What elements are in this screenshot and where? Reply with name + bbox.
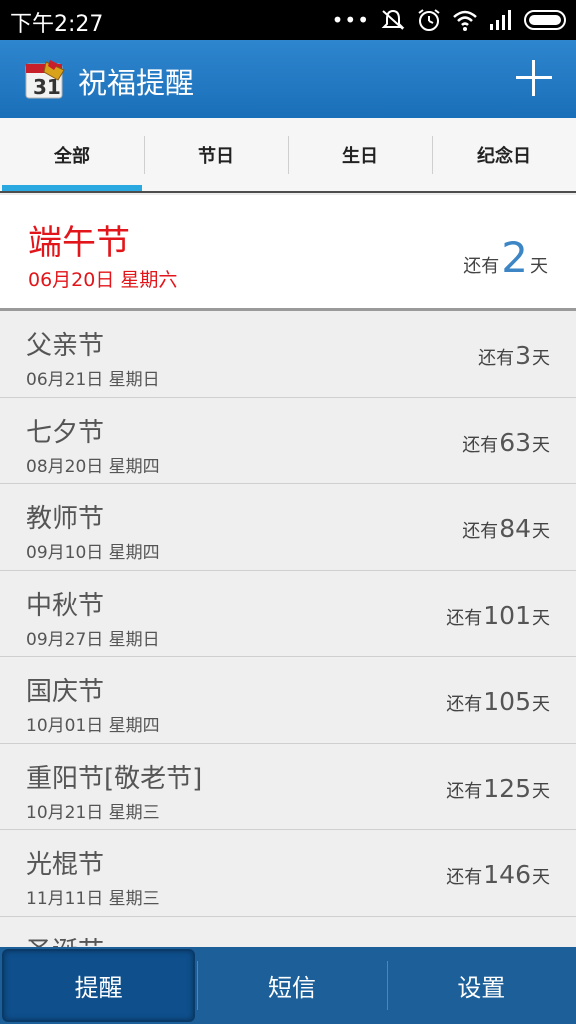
- countdown-prefix: 还有: [463, 256, 500, 277]
- calendar-31-icon: 31: [25, 60, 65, 99]
- reminder-date: 08月20日 星期四: [26, 456, 160, 477]
- alarm-icon: [418, 9, 440, 31]
- reminder-date: 11月11日 星期三: [26, 889, 160, 909]
- nav-settings[interactable]: 设置: [386, 947, 576, 1024]
- countdown-prefix: 还有: [446, 607, 483, 629]
- app-bar: 31 祝福提醒: [0, 40, 576, 118]
- countdown-days: 3: [515, 341, 531, 370]
- next-reminder-card[interactable]: 端午节 06月20日 星期六 还有 2 天: [0, 195, 576, 311]
- list-item[interactable]: 国庆节 10月01日 星期四 还有 105 天: [0, 657, 576, 744]
- countdown-suffix: 天: [532, 780, 550, 802]
- reminder-name: 教师节: [26, 504, 105, 534]
- countdown-prefix: 还有: [446, 867, 483, 888]
- countdown-prefix: 还有: [446, 780, 483, 802]
- list-item[interactable]: 光棍节 11月11日 星期三 还有 146 天: [0, 830, 576, 917]
- app-title: 祝福提醒: [78, 66, 195, 100]
- list-item[interactable]: 圣诞节: [0, 916, 576, 948]
- mute-icon: [381, 9, 405, 30]
- reminder-countdown: 还有 146 天: [446, 860, 550, 889]
- countdown-days: 146: [483, 860, 531, 889]
- reminder-name: 父亲节: [26, 331, 105, 361]
- countdown-days: 105: [483, 687, 531, 716]
- countdown-suffix: 天: [532, 434, 550, 456]
- signal-icon: [490, 10, 511, 30]
- reminder-name: 圣诞节: [26, 931, 104, 948]
- next-reminder-countdown: 还有 2 天: [463, 233, 548, 282]
- reminder-countdown: 还有 105 天: [446, 687, 550, 716]
- reminder-date: 09月10日 星期四: [26, 543, 160, 563]
- tab-anniversaries[interactable]: 纪念日: [432, 118, 576, 191]
- reminder-name: 光棍节: [26, 850, 105, 880]
- reminder-countdown: 还有 84 天: [462, 514, 550, 543]
- more-dots-icon: •••: [331, 8, 370, 32]
- list-item[interactable]: 重阳节[敬老节] 10月21日 星期三 还有 125 天: [0, 743, 576, 830]
- reminder-countdown: 还有 125 天: [446, 774, 550, 803]
- countdown-suffix: 天: [532, 521, 550, 542]
- reminder-name: 中秋节: [26, 590, 105, 621]
- countdown-days: 2: [501, 233, 528, 282]
- tab-birthdays[interactable]: 生日: [288, 118, 432, 191]
- list-item[interactable]: 中秋节 09月27日 星期日 还有 101 天: [0, 570, 576, 657]
- reminder-countdown: 还有 3 天: [478, 341, 550, 370]
- list-item[interactable]: 教师节 09月10日 星期四 还有 84 天: [0, 484, 576, 571]
- countdown-suffix: 天: [532, 867, 550, 888]
- reminder-countdown: 还有 101 天: [446, 601, 550, 630]
- nav-messages[interactable]: 短信: [197, 947, 386, 1024]
- countdown-days: 84: [499, 514, 531, 543]
- reminder-date: 06月21日 星期日: [26, 370, 160, 390]
- status-icons: •••: [332, 8, 566, 32]
- reminder-date: 10月21日 星期三: [26, 802, 160, 823]
- countdown-prefix: 还有: [462, 434, 499, 456]
- countdown-prefix: 还有: [462, 521, 499, 542]
- reminder-list[interactable]: 父亲节 06月21日 星期日 还有 3 天 七夕节 08月20日 星期四 还有 …: [0, 311, 576, 947]
- tab-holidays[interactable]: 节日: [144, 118, 288, 191]
- next-reminder-name: 端午节: [28, 223, 130, 263]
- reminder-date: 09月27日 星期日: [26, 629, 160, 650]
- countdown-suffix: 天: [532, 348, 550, 369]
- countdown-days: 63: [499, 427, 531, 457]
- battery-icon: [524, 10, 566, 30]
- reminder-date: 10月01日 星期四: [26, 716, 160, 736]
- nav-reminders[interactable]: 提醒: [2, 949, 196, 1022]
- status-bar: 下午2:27 •••: [0, 0, 576, 40]
- filter-tabs: 全部 节日 生日 纪念日: [0, 118, 576, 193]
- next-reminder-date: 06月20日 星期六: [28, 269, 178, 291]
- countdown-prefix: 还有: [478, 348, 515, 369]
- tab-all[interactable]: 全部: [0, 118, 144, 191]
- status-time: 下午2:27: [10, 12, 104, 37]
- countdown-days: 101: [483, 600, 531, 630]
- countdown-suffix: 天: [532, 607, 550, 629]
- reminder-name: 国庆节: [26, 677, 105, 707]
- bottom-nav: 提醒 短信 设置: [0, 947, 576, 1024]
- countdown-days: 125: [483, 773, 531, 803]
- wifi-icon: [453, 10, 477, 31]
- reminder-name: 重阳节[敬老节]: [26, 763, 203, 794]
- list-item[interactable]: 七夕节 08月20日 星期四 还有 63 天: [0, 397, 576, 484]
- reminder-name: 七夕节: [26, 417, 105, 448]
- countdown-suffix: 天: [530, 256, 548, 277]
- add-reminder-button[interactable]: [512, 56, 556, 100]
- countdown-prefix: 还有: [446, 694, 483, 715]
- countdown-suffix: 天: [532, 694, 550, 715]
- list-item[interactable]: 父亲节 06月21日 星期日 还有 3 天: [0, 311, 576, 398]
- reminder-countdown: 还有 63 天: [462, 428, 550, 457]
